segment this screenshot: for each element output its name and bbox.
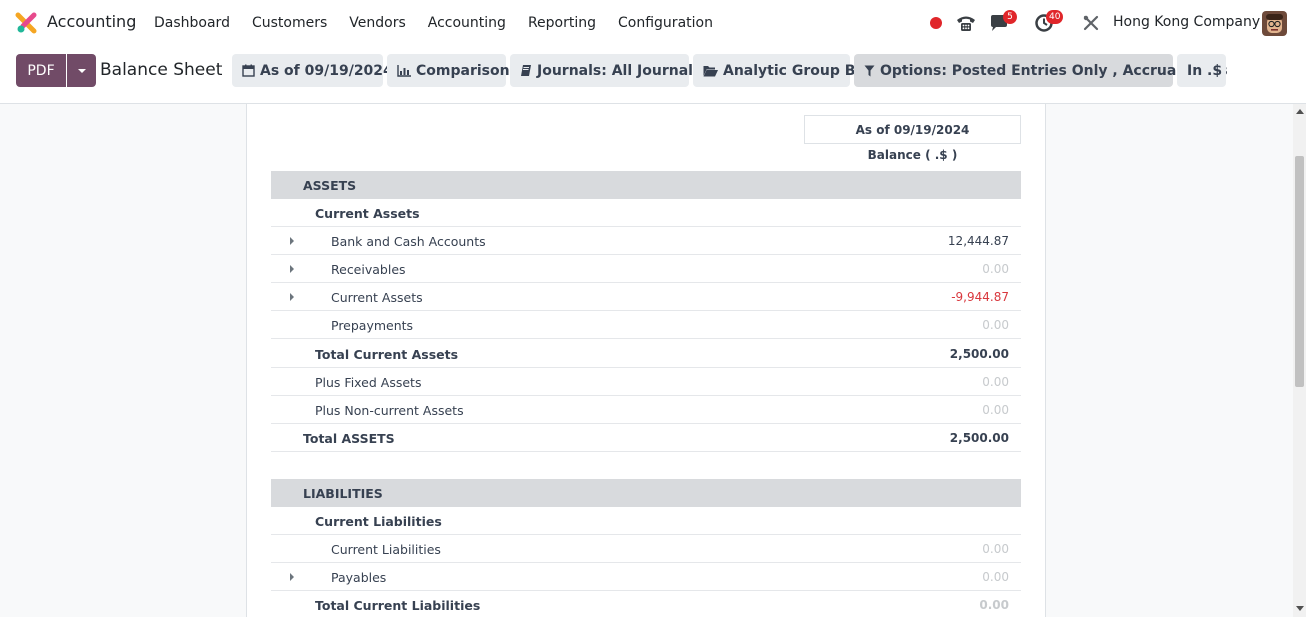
row-label: Bank and Cash Accounts <box>331 234 486 249</box>
table-row[interactable]: Current Assets -9,944.87 <box>271 283 1021 311</box>
scroll-up-arrow-icon[interactable] <box>1296 109 1304 114</box>
row-value[interactable]: 0.00 <box>982 570 1009 584</box>
row-value: 2,500.00 <box>949 431 1009 445</box>
filter-icon <box>864 65 875 76</box>
row-value[interactable]: 0.00 <box>982 542 1009 556</box>
book-icon <box>521 65 531 76</box>
table-row[interactable]: Plus Non-current Assets 0.00 <box>271 396 1021 424</box>
row-label: Payables <box>331 570 387 585</box>
expand-caret-icon[interactable] <box>290 237 294 245</box>
chevron-down-icon <box>77 68 86 73</box>
row-label: LIABILITIES <box>303 486 383 501</box>
report-area: As of 09/19/2024 Balance ( .$ ) ASSETS C… <box>0 104 1293 617</box>
activity-badge: 40 <box>1046 10 1064 24</box>
section-header-assets: ASSETS <box>271 171 1021 199</box>
column-header-date[interactable]: As of 09/19/2024 <box>804 115 1021 144</box>
row-value[interactable]: -9,944.87 <box>951 290 1009 304</box>
row-label: Total ASSETS <box>303 431 395 446</box>
comparison-button[interactable]: Comparison <box>387 54 510 87</box>
currency-button[interactable]: In .$ <box>1177 54 1226 87</box>
row-label: Receivables <box>331 262 406 277</box>
date-filter-button[interactable]: As of 09/19/2024 <box>232 54 393 87</box>
table-row[interactable]: Plus Fixed Assets 0.00 <box>271 368 1021 396</box>
menu-accounting[interactable]: Accounting <box>417 15 517 31</box>
expand-caret-icon[interactable] <box>290 573 294 581</box>
analytic-group-label: Analytic Group By <box>723 62 865 79</box>
row-value[interactable]: 0.00 <box>982 318 1009 332</box>
bar-chart-icon <box>397 64 411 77</box>
options-filter-button[interactable]: Options: Posted Entries Only , Accrual B… <box>854 54 1228 87</box>
scrollbar-thumb[interactable] <box>1295 156 1304 387</box>
balance-sheet-report: As of 09/19/2024 Balance ( .$ ) ASSETS C… <box>246 104 1046 617</box>
row-label: Plus Non-current Assets <box>315 403 464 418</box>
folder-open-icon <box>703 65 718 76</box>
date-filter-label: As of 09/19/2024 <box>260 62 393 79</box>
menu-customers[interactable]: Customers <box>241 15 338 31</box>
pdf-button[interactable]: PDF <box>16 54 66 87</box>
analytic-group-button[interactable]: Analytic Group By <box>693 54 865 87</box>
row-label: Plus Fixed Assets <box>315 375 422 390</box>
column-header-balance: Balance ( .$ ) <box>867 148 958 162</box>
comparison-label: Comparison <box>416 62 510 79</box>
journals-filter-label: Journals: All Journals <box>537 62 702 79</box>
row-label: Prepayments <box>331 318 414 333</box>
row-label: ASSETS <box>303 178 357 193</box>
recording-indicator[interactable] <box>930 17 942 29</box>
main-menu: Dashboard Customers Vendors Accounting R… <box>143 0 724 46</box>
vertical-scrollbar[interactable] <box>1293 104 1306 617</box>
row-label: Total Current Liabilities <box>315 598 481 613</box>
total-row-current-assets: Total Current Assets 2,500.00 <box>271 339 1021 368</box>
currency-label: In .$ <box>1187 62 1223 79</box>
export-dropdown-toggle[interactable] <box>67 54 96 87</box>
row-label: Current Assets <box>315 206 420 221</box>
expand-caret-icon[interactable] <box>290 265 294 273</box>
row-value[interactable]: 0.00 <box>982 262 1009 276</box>
menu-dashboard[interactable]: Dashboard <box>143 15 241 31</box>
row-value: 2,500.00 <box>949 347 1009 361</box>
top-navbar: Accounting Dashboard Customers Vendors A… <box>0 0 1306 46</box>
row-value: 0.00 <box>979 598 1009 612</box>
control-panel: PDF Balance Sheet As of 09/19/2024 Compa… <box>0 46 1306 104</box>
expand-caret-icon[interactable] <box>290 293 294 301</box>
chat-badge: 5 <box>1003 10 1017 24</box>
scroll-down-arrow-icon[interactable] <box>1296 606 1304 611</box>
table-row[interactable]: Payables 0.00 <box>271 563 1021 591</box>
row-value[interactable]: 0.00 <box>982 403 1009 417</box>
calendar-icon <box>242 64 255 77</box>
journals-filter-button[interactable]: Journals: All Journals <box>510 54 701 87</box>
tools-icon[interactable] <box>1082 14 1100 32</box>
app-name[interactable]: Accounting <box>47 12 136 31</box>
group-row-current-liabilities[interactable]: Current Liabilities <box>271 507 1021 535</box>
row-value[interactable]: 12,444.87 <box>948 234 1009 248</box>
menu-vendors[interactable]: Vendors <box>338 15 416 31</box>
group-row-current-assets[interactable]: Current Assets <box>271 199 1021 227</box>
section-header-liabilities: LIABILITIES <box>271 479 1021 507</box>
table-row[interactable]: Receivables 0.00 <box>271 255 1021 283</box>
page-title: Balance Sheet <box>100 60 223 80</box>
row-value[interactable]: 0.00 <box>982 375 1009 389</box>
table-row[interactable]: Prepayments 0.00 <box>271 311 1021 339</box>
table-row[interactable]: Bank and Cash Accounts 12,444.87 <box>271 227 1021 255</box>
avatar[interactable] <box>1262 11 1287 36</box>
total-row-current-liabilities: Total Current Liabilities 0.00 <box>271 591 1021 617</box>
row-label: Total Current Assets <box>315 347 459 362</box>
row-label: Current Liabilities <box>315 514 442 529</box>
menu-configuration[interactable]: Configuration <box>607 15 724 31</box>
total-row-assets: Total ASSETS 2,500.00 <box>271 424 1021 452</box>
company-switcher[interactable]: Hong Kong Company <box>1113 14 1260 30</box>
row-label: Current Assets <box>331 290 423 305</box>
phone-icon[interactable] <box>955 12 977 34</box>
options-filter-label: Options: Posted Entries Only , Accrual B… <box>880 62 1228 79</box>
menu-reporting[interactable]: Reporting <box>517 15 607 31</box>
row-label: Current Liabilities <box>331 542 441 557</box>
app-logo-icon[interactable] <box>15 12 37 34</box>
table-row[interactable]: Current Liabilities 0.00 <box>271 535 1021 563</box>
